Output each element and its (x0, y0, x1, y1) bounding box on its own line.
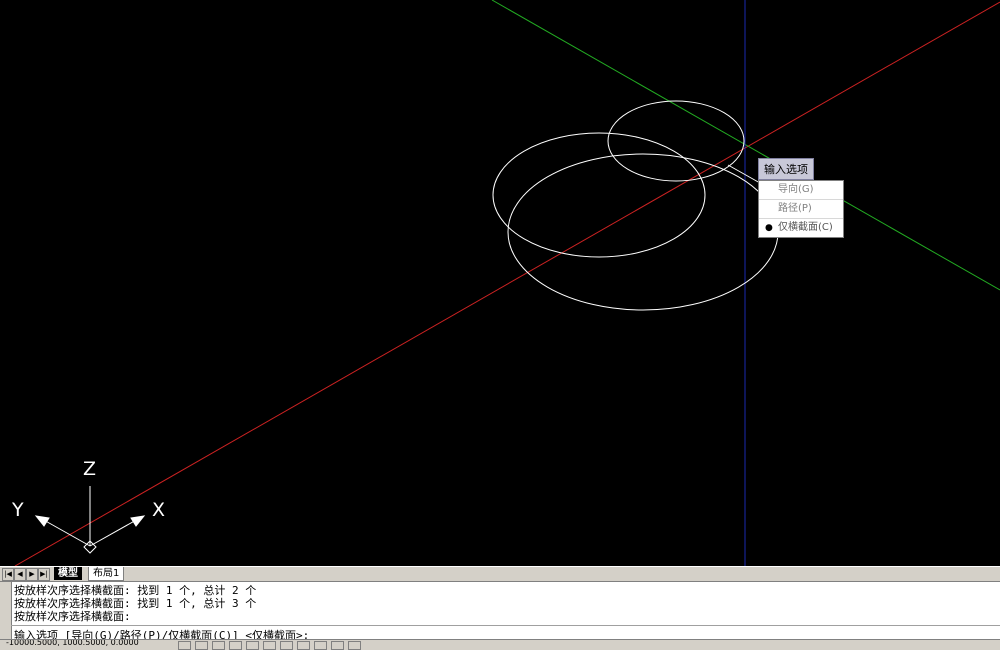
coordinate-readout: -10000.5000, 1000.5000, 0.0000 (6, 639, 139, 647)
x-axis-line (14, 1, 1000, 566)
menu-item-label: 导向(G) (778, 184, 814, 195)
last-tab-button[interactable]: ▶| (38, 568, 50, 581)
menu-item-label: 仅横截面(C) (778, 222, 833, 233)
ucs-y-label: Y (11, 499, 24, 521)
menu-item-label: 路径(P) (778, 203, 812, 214)
menu-item-path[interactable]: 路径(P) (759, 200, 843, 219)
ucs-z-label: Z (83, 458, 96, 480)
dynamic-input-header: 输入选项 (758, 158, 814, 180)
next-tab-button[interactable]: ▶ (26, 568, 38, 581)
tab-layout1[interactable]: 布局1 (88, 567, 125, 581)
ucs-icon: Z Y X (11, 458, 165, 554)
drawing-viewport[interactable]: Z Y X 输入选项 导向(G) 路径(P) ● 仅横截面(C) (0, 0, 1000, 566)
command-history-line: 按放样次序选择横截面: (14, 610, 131, 623)
ucs-x-label: X (152, 499, 165, 521)
tab-model[interactable]: 模型 (54, 567, 82, 580)
cross-section-small[interactable] (607, 100, 745, 182)
first-tab-button[interactable]: |◀ (2, 568, 14, 581)
menu-item-cross-sections-only[interactable]: ● 仅横截面(C) (759, 219, 843, 237)
cross-section-large[interactable] (507, 153, 779, 311)
layout-tab-bar: |◀ ◀ ▶ ▶| 模型 布局1 (0, 566, 1000, 581)
selected-bullet-icon: ● (765, 223, 773, 233)
menu-item-guide[interactable]: 导向(G) (759, 181, 843, 200)
dynamic-input-menu[interactable]: 导向(G) 路径(P) ● 仅横截面(C) (758, 180, 844, 238)
prev-tab-button[interactable]: ◀ (14, 568, 26, 581)
status-bar: -10000.5000, 1000.5000, 0.0000 (0, 639, 1000, 650)
viewport-canvas[interactable]: Z Y X (0, 0, 1000, 566)
command-history-line: 按放样次序选择横截面: 找到 1 个, 总计 3 个 (14, 597, 257, 610)
command-window: 按放样次序选择横截面: 找到 1 个, 总计 2 个 按放样次序选择横截面: 找… (0, 581, 1000, 642)
y-axis-line (491, 0, 1000, 291)
command-history-line: 按放样次序选择横截面: 找到 1 个, 总计 2 个 (14, 584, 257, 597)
